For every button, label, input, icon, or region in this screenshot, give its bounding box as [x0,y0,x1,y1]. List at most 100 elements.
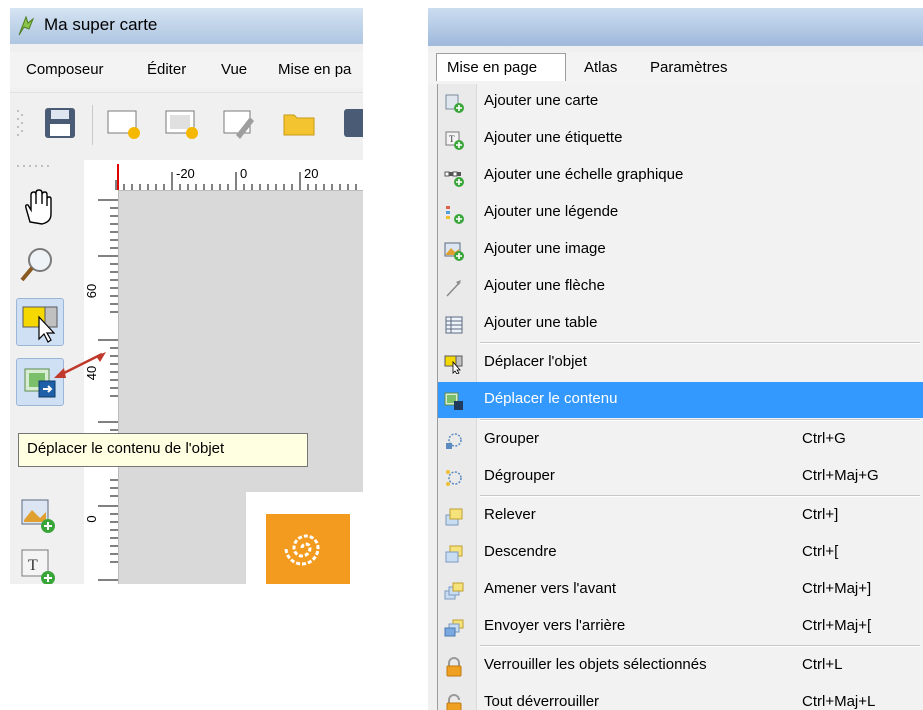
add-image-tool-icon[interactable] [18,496,58,536]
unlock-icon [446,694,462,710]
composer-window-left: Ma super carte Composeur Éditer Vue Mise… [10,8,363,584]
menu-item-label: Relever [484,506,536,523]
menu-item-shortcut: Ctrl+] [802,506,839,523]
menu-item-relever[interactable]: Relever Ctrl+] [438,498,923,534]
composer-window-right: Mise en page Atlas Paramètres Ajouter un… [428,8,923,710]
svg-text:T: T [28,557,38,574]
zoom-icon[interactable] [18,244,58,284]
pan-hand-icon[interactable] [18,188,58,228]
menu-item-ajouter-carte[interactable]: Ajouter une carte [438,84,923,120]
open-folder-icon[interactable] [282,105,318,141]
bring-front-icon [444,582,464,600]
menu-editer[interactable]: Éditer [147,61,186,78]
duplicate-composer-icon[interactable] [164,105,200,141]
menu-bar: Composeur Éditer Vue Mise en pa [10,52,363,88]
logo-image [266,514,350,584]
menu-item-shortcut: Ctrl+Maj+[ [802,617,872,634]
select-move-item-tool[interactable] [16,298,64,346]
menu-item-ajouter-image[interactable]: Ajouter une image [438,232,923,268]
svg-text:T: T [449,134,455,144]
new-composer-icon[interactable] [106,105,142,141]
group-icon [446,433,462,449]
menu-item-ajouter-legende[interactable]: Ajouter une légende [438,195,923,231]
add-map-icon [445,94,464,113]
title-bar: Ma super carte [10,8,363,44]
menu-item-ajouter-table[interactable]: Ajouter une table [438,306,923,342]
menu-item-grouper[interactable]: Grouper Ctrl+G [438,422,923,458]
template-icon[interactable] [340,105,363,141]
menu-item-label: Envoyer vers l'arrière [484,617,626,634]
menu-separator [480,645,920,647]
menu-item-label: Amener vers l'avant [484,580,617,597]
menu-item-label: Ajouter une carte [484,92,599,109]
menu-item-label: Ajouter une étiquette [484,129,623,146]
menu-item-ajouter-etiquette[interactable]: T Ajouter une étiquette [438,121,923,157]
title-bar [428,8,923,46]
ungroup-icon [446,470,462,486]
menu-item-label: Ajouter une flèche [484,277,605,294]
menu-item-shortcut: Ctrl+[ [802,543,839,560]
tooltip: Déplacer le contenu de l'objet [18,433,308,467]
ruler-label-h: -20 [176,166,195,181]
ruler-label-h: 0 [240,166,248,181]
ruler-ticks-h [115,164,357,190]
menu-composeur[interactable]: Composeur [26,61,104,78]
menu-item-shortcut: Ctrl+G [802,430,846,447]
toolbar-grip [17,110,23,136]
raise-icon [445,508,463,526]
menu-item-shortcut: Ctrl+Maj+G [802,467,879,484]
menu-item-label: Descendre [484,543,557,560]
send-back-icon [444,619,464,637]
toolbar [10,92,363,161]
menu-item-label: Ajouter une légende [484,203,619,220]
window-title: Ma super carte [44,15,158,34]
menu-item-tout-deverrouiller[interactable]: Tout déverrouiller Ctrl+Maj+L [438,685,923,710]
menu-item-degrouper[interactable]: Dégrouper Ctrl+Maj+G [438,459,923,495]
add-label-icon: T [445,131,464,150]
dock-grip [17,165,49,167]
ruler-label-v: 0 [84,515,99,523]
lower-icon [445,545,463,563]
ruler-label-v: 60 [84,283,99,299]
menu-item-label: Dégrouper [484,467,555,484]
menu-item-verrouiller[interactable]: Verrouiller les objets sélectionnés Ctrl… [438,648,923,684]
dropdown-menu: Ajouter une carte T Ajouter une étiquett… [437,84,923,710]
menu-item-deplacer-contenu[interactable]: Déplacer le contenu [438,382,923,418]
menu-atlas[interactable]: Atlas [584,59,617,76]
lock-icon [446,657,462,677]
composer-manager-icon[interactable] [222,105,258,141]
menu-item-label: Ajouter une table [484,314,598,331]
menu-bar: Mise en page Atlas Paramètres [428,52,923,84]
horizontal-ruler: -20 0 20 [84,160,363,191]
menu-parametres[interactable]: Paramètres [650,59,728,76]
menu-item-label: Grouper [484,430,540,447]
qgis-app-icon [18,15,35,36]
save-icon[interactable] [42,105,78,141]
menu-item-ajouter-echelle[interactable]: Ajouter une échelle graphique [438,158,923,194]
add-table-icon [445,316,463,334]
select-move-icon [22,306,58,343]
annotation-arrow [54,352,106,378]
menu-mise-en-page[interactable]: Mise en pa [278,61,351,78]
move-content-icon [444,392,463,410]
menu-separator [480,495,920,497]
menu-item-shortcut: Ctrl+Maj+L [802,693,876,710]
add-image-icon [444,242,464,261]
menu-item-label: Tout déverrouiller [484,693,600,710]
menu-item-envoyer-arriere[interactable]: Envoyer vers l'arrière Ctrl+Maj+[ [438,609,923,645]
menu-item-amener-avant[interactable]: Amener vers l'avant Ctrl+Maj+] [438,572,923,608]
menu-item-label: Déplacer l'objet [484,353,587,370]
menu-mise-en-page[interactable]: Mise en page [447,59,537,76]
add-legend-icon [446,206,464,224]
add-scalebar-icon [444,171,464,187]
menu-item-label: Ajouter une image [484,240,606,257]
menu-vue[interactable]: Vue [221,61,247,78]
menu-item-descendre[interactable]: Descendre Ctrl+[ [438,535,923,571]
add-label-tool-icon[interactable]: T [18,546,58,584]
menu-separator [480,419,920,421]
menu-item-shortcut: Ctrl+Maj+] [802,580,872,597]
menu-item-label: Ajouter une échelle graphique [484,166,684,183]
menu-item-deplacer-objet[interactable]: Déplacer l'objet [438,345,923,381]
menu-item-ajouter-fleche[interactable]: Ajouter une flèche [438,269,923,305]
menu-separator [480,342,920,344]
